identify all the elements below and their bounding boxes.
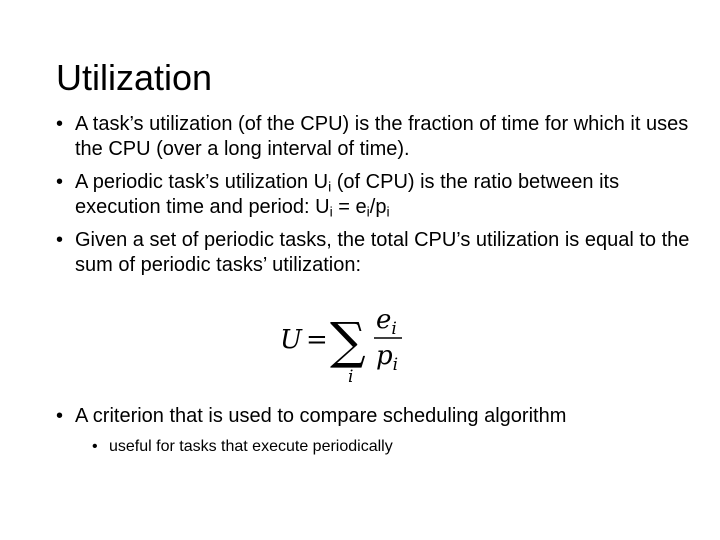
slide-title: Utilization	[56, 57, 213, 98]
subscript: i	[386, 203, 390, 220]
subbullet-periodic: useful for tasks that execute periodical…	[92, 437, 672, 457]
bullet-periodic-utilization: A periodic task’s utilization Ui (of CPU…	[56, 170, 696, 220]
bullet-criterion: A criterion that is used to compare sche…	[56, 404, 696, 429]
bullet-text: A task’s utilization (of the CPU) is the…	[75, 113, 689, 160]
bullet-total-utilization: Given a set of periodic tasks, the total…	[56, 228, 696, 278]
bullet-text: A criterion that is used to compare sche…	[75, 405, 567, 427]
utilization-formula: U = ∑ i ei pi	[280, 305, 402, 387]
formula-sigma: ∑	[330, 312, 366, 370]
bullet-text-part: /p	[369, 196, 387, 218]
bullet-list: A task’s utilization (of the CPU) is the…	[56, 112, 696, 278]
formula-equals: =	[306, 325, 328, 355]
formula-numerator: ei	[376, 305, 397, 339]
bullet-text-part: = e	[332, 196, 367, 218]
bullet-utilization-definition: A task’s utilization (of the CPU) is the…	[56, 112, 696, 162]
bullet-text: Given a set of periodic tasks, the total…	[75, 229, 690, 276]
formula-sum-index: i	[348, 367, 353, 387]
numerator-sub: i	[391, 319, 396, 339]
bullet-text-part: A periodic task’s utilization U	[75, 171, 329, 193]
slide: Utilization A task’s utilization (of the…	[0, 0, 720, 540]
denominator-sub: i	[393, 355, 398, 375]
denominator-base: p	[376, 341, 393, 371]
subbullet-text: useful for tasks that execute periodical…	[109, 438, 393, 455]
numerator-base: e	[376, 305, 391, 335]
formula-lhs: U	[280, 325, 303, 355]
formula-denominator: pi	[376, 341, 398, 375]
